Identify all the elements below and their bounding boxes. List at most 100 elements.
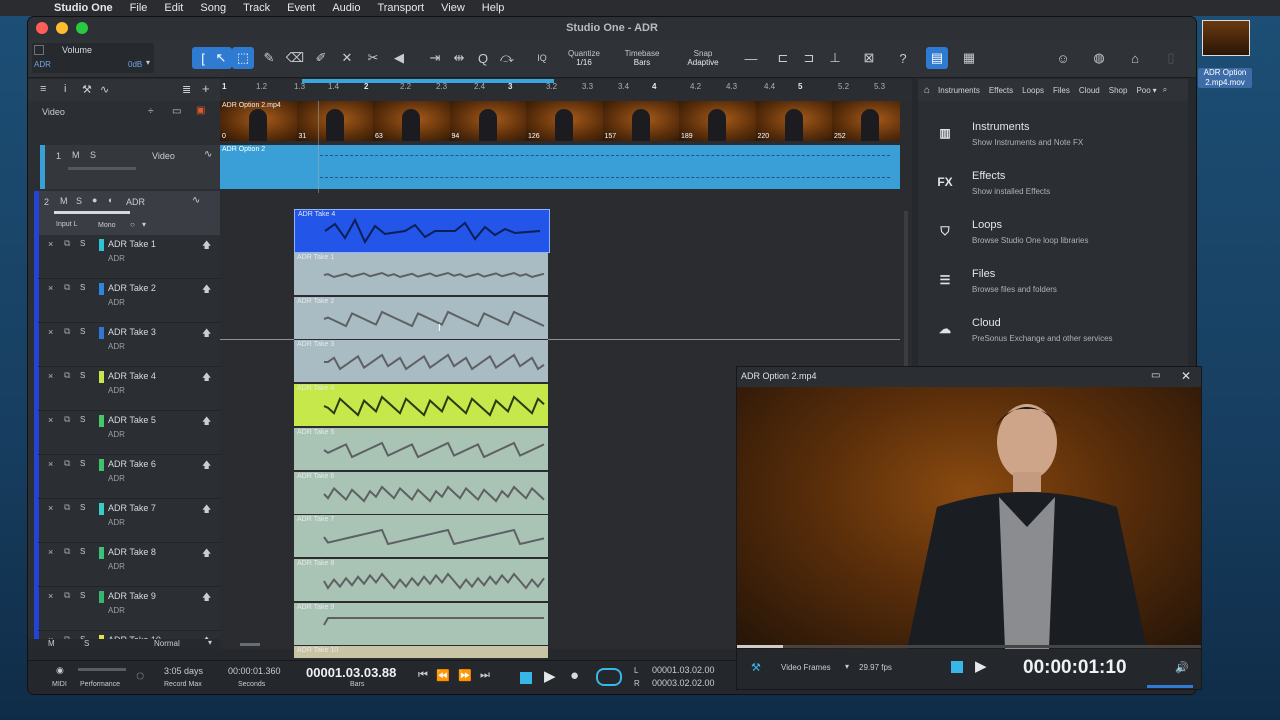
browser-item-instruments[interactable]: ▥ Instruments Show Instruments and Note … [930, 119, 1180, 164]
remove-take-icon[interactable]: × [48, 503, 53, 513]
listen-tool-icon[interactable]: ◀ [388, 47, 410, 69]
remove-take-icon[interactable]: × [48, 327, 53, 337]
play-button[interactable]: ▶ [544, 667, 556, 685]
home-icon[interactable]: ⌂ [1124, 47, 1146, 69]
take-solo-button[interactable]: S [80, 503, 85, 512]
monitor-icon[interactable]: ◐ [108, 195, 113, 205]
take-header[interactable]: × ⧉ S ADR Take 7 ADR 🡅 [38, 499, 222, 543]
loop-range[interactable] [302, 79, 554, 83]
promote-take-icon[interactable]: 🡅 [202, 590, 211, 606]
chevron-down-icon[interactable]: ▾ [1153, 86, 1157, 95]
menu-view[interactable]: View [441, 2, 465, 14]
take-solo-button[interactable]: S [80, 459, 85, 468]
remove-take-icon[interactable]: × [48, 283, 53, 293]
remove-take-icon[interactable]: × [48, 239, 53, 249]
take-clip[interactable]: ADR Take 9 [294, 602, 548, 646]
video-folder-icon[interactable]: ▭ [172, 106, 181, 117]
menu-app-name[interactable]: Studio One [54, 2, 113, 14]
video-audio-track-header[interactable]: 1 M S Video ∿ [40, 145, 220, 189]
take-solo-button[interactable]: S [80, 415, 85, 424]
video-frames-select[interactable]: Video Frames [781, 663, 831, 672]
take-clip[interactable]: ADR Take 7 [294, 515, 548, 559]
adr-mode-select[interactable]: Mono [98, 222, 116, 229]
forward-end-icon[interactable]: ⏭ [480, 669, 490, 682]
close-icon[interactable]: ✕ [1181, 369, 1191, 383]
take-header[interactable]: × ⧉ S ADR Take 4 ADR 🡅 [38, 367, 222, 411]
take-solo-button[interactable]: S [80, 327, 85, 336]
promote-take-icon[interactable]: 🡅 [202, 370, 211, 386]
video-play-button[interactable]: ▶ [975, 657, 987, 675]
promote-take-icon[interactable]: 🡅 [202, 326, 211, 342]
paint-tool-icon[interactable]: ✐ [310, 47, 332, 69]
waveform-icon[interactable]: ∿ [204, 149, 212, 160]
promote-take-icon[interactable]: 🡅 [202, 282, 211, 298]
snap-to-grid-icon[interactable]: ⇥ [424, 47, 446, 69]
chevron-down-icon[interactable]: ▾ [208, 638, 212, 647]
bars-label[interactable]: Bars [350, 681, 364, 688]
copy-take-icon[interactable]: ⧉ [64, 238, 70, 249]
promote-take-icon[interactable]: 🡅 [202, 546, 211, 562]
split-tool-icon[interactable]: ✂ [362, 47, 384, 69]
ripple-edit-icon[interactable]: ⇹ [448, 47, 470, 69]
menu-event[interactable]: Event [287, 2, 315, 14]
video-clip[interactable]: ADR Option 2.mp4 0 31 63 94 126 157 189 220 252 [220, 101, 900, 141]
video-mute-button[interactable]: M [72, 150, 80, 160]
take-header[interactable]: × ⧉ S ADR Take 3 ADR 🡅 [38, 323, 222, 367]
browser-item-effects[interactable]: FX Effects Show installed Effects [930, 168, 1180, 213]
quantize-select[interactable]: Quantize 1/16 [556, 39, 612, 77]
tab-cloud[interactable]: Cloud [1079, 86, 1100, 95]
nudge-left-icon[interactable]: ⊏ [772, 47, 794, 69]
remove-take-icon[interactable]: × [48, 459, 53, 469]
document-icon[interactable]: ▯ [1160, 47, 1182, 69]
stop-button[interactable] [520, 672, 532, 684]
browser-search-icon[interactable]: ⌕ [1163, 85, 1167, 95]
chevron-down-icon[interactable]: ▾ [845, 662, 849, 671]
bars-value[interactable]: 00001.03.03.88 [306, 665, 396, 680]
video-audio-clip[interactable]: ADR Option 2 [220, 145, 900, 189]
chevron-down-icon[interactable]: ▾ [142, 220, 146, 229]
tab-poo[interactable]: Poo [1136, 86, 1150, 95]
footer-mute-button[interactable]: M [48, 639, 55, 648]
menu-help[interactable]: Help [482, 2, 505, 14]
take-clip[interactable]: ADR Take 3 [294, 340, 548, 384]
copy-take-icon[interactable]: ⧉ [64, 326, 70, 337]
menu-transport[interactable]: Transport [377, 2, 424, 14]
take-clip[interactable]: ADR Take 2 [294, 296, 548, 340]
film-icon[interactable]: ▣ [196, 105, 205, 116]
adr-clip-selected[interactable]: ADR Take 4 [294, 209, 550, 253]
browser-item-cloud[interactable]: ☁ Cloud PreSonus Exchange and other serv… [930, 315, 1180, 360]
take-header[interactable]: × ⧉ S ADR Take 9 ADR 🡅 [38, 587, 222, 631]
tab-instruments[interactable]: Instruments [938, 86, 980, 95]
take-solo-button[interactable]: S [80, 239, 85, 248]
take-solo-button[interactable]: S [80, 591, 85, 600]
promote-take-icon[interactable]: 🡅 [202, 502, 211, 518]
promote-take-icon[interactable]: 🡅 [202, 414, 211, 430]
seconds-label[interactable]: Seconds [238, 681, 265, 688]
adr-mute-button[interactable]: M [60, 196, 68, 206]
promote-take-icon[interactable]: 🡅 [202, 458, 211, 474]
arrow-tool-button[interactable]: ↖ [210, 47, 232, 69]
copy-take-icon[interactable]: ⧉ [64, 370, 70, 381]
track-list-icon[interactable]: ≣ [182, 83, 191, 96]
speaker-icon[interactable]: 🔊 [1175, 661, 1189, 674]
timebase-select[interactable]: Timebase Bars [614, 39, 670, 77]
loop-start-value[interactable]: 00001.03.02.00 [652, 665, 715, 675]
remove-take-icon[interactable]: × [48, 371, 53, 381]
menu-file[interactable]: File [130, 2, 148, 14]
timeline-ruler[interactable]: 1 1.2 1.3 1.4 2 2.2 2.3 2.4 3 3.2 3.3 3.4 4 4.2 4.3 4.4… [220, 79, 912, 102]
copy-take-icon[interactable]: ⧉ [64, 502, 70, 513]
wrench-icon[interactable]: ⚒ [82, 83, 92, 96]
take-clip[interactable]: ADR Take 8 [294, 558, 548, 602]
copy-take-icon[interactable]: ⧉ [64, 282, 70, 293]
list-icon[interactable]: ≡ [40, 83, 46, 95]
rewind-start-icon[interactable]: ⏮ [418, 669, 428, 682]
nudge-right-icon[interactable]: ⊐ [798, 47, 820, 69]
autoscroll-icon[interactable]: ⤼ [496, 47, 518, 69]
take-header[interactable]: × ⧉ S ADR Take 1 ADR 🡅 [38, 235, 222, 279]
take-header[interactable]: × ⧉ S ADR Take 6 ADR 🡅 [38, 455, 222, 499]
forward-icon[interactable]: ⏩ [458, 669, 472, 682]
take-clip[interactable]: ADR Take 10 [294, 646, 548, 660]
adr-power-icon[interactable]: ○ [130, 220, 135, 229]
marker-icon[interactable]: ⊥ [824, 47, 846, 69]
take-solo-button[interactable]: S [80, 371, 85, 380]
